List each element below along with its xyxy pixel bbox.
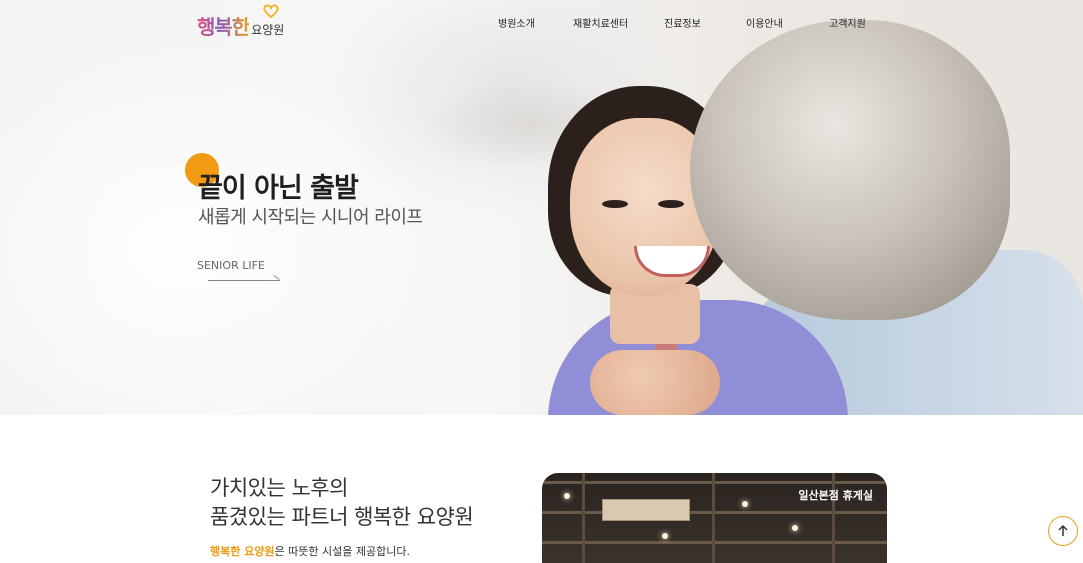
facility-photo: 일산본점 휴게실 (542, 473, 887, 563)
nav-item-hospital-intro[interactable]: 병원소개 (498, 15, 535, 30)
ceiling-lamp (564, 493, 570, 499)
nav-item-usage-guide[interactable]: 이용안내 (746, 15, 783, 30)
scroll-top-button[interactable] (1048, 516, 1078, 546)
nav-item-medical-info[interactable]: 진료정보 (664, 15, 701, 30)
arrow-up-icon (1058, 524, 1068, 536)
elder-figure-hair (690, 20, 1010, 320)
intro-title: 가치있는 노후의 품겼있는 파트너 행복한 요양원 (210, 474, 474, 532)
ceiling-beam (712, 473, 715, 563)
ceiling-vent (602, 499, 690, 521)
ceiling-beam (582, 473, 585, 563)
main-nav: 병원소개 재활치료센터 진료정보 이용안내 고객지원 (0, 15, 1083, 31)
holding-hands (590, 350, 720, 415)
caregiver-eye (602, 200, 628, 208)
ceiling-lamp (742, 501, 748, 507)
intro-description-text: 은 따뜻한 시설을 제공합니다. (274, 545, 410, 558)
arrow-line-icon (208, 280, 280, 281)
nav-item-rehab-center[interactable]: 재활치료센터 (573, 15, 628, 30)
photo-caption: 일산본점 휴게실 (798, 489, 873, 502)
intro-title-line: 가치있는 노후의 (210, 476, 348, 500)
intro-description: 행복한 요양원은 따뜻한 시설을 제공합니다. (210, 543, 410, 559)
hero-banner (0, 0, 1083, 415)
hero-subtitle: 새롭게 시작되는 시니어 라이프 (198, 207, 423, 228)
ceiling-lamp (662, 533, 668, 539)
intro-title-line: 품겼있는 파트너 행복한 요양원 (210, 505, 474, 529)
caregiver-eye (658, 200, 684, 208)
hero-more-link[interactable]: SENIOR LIFE (197, 259, 265, 272)
ceiling-lamp (792, 525, 798, 531)
nav-item-customer-support[interactable]: 고객지원 (829, 15, 866, 30)
intro-highlight: 행복한 요양원 (210, 545, 275, 558)
hero-title: 끝이 아닌 출발 (198, 173, 359, 204)
